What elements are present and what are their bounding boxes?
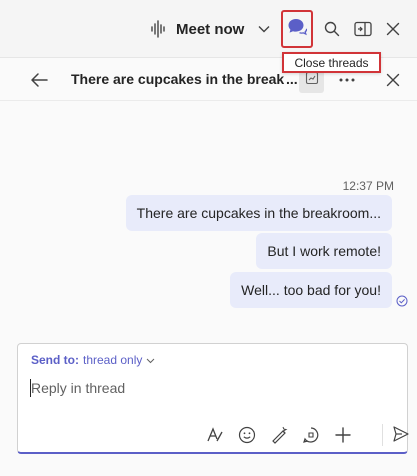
meet-now-label: Meet now: [176, 20, 245, 38]
close-icon[interactable]: [383, 19, 403, 39]
toolbar-divider: [382, 424, 383, 446]
title-ellipsis: ...: [286, 71, 298, 87]
send-icon[interactable]: [392, 425, 412, 445]
threads-icon: [287, 17, 308, 42]
reply-composer: Send to: thread only Reply in thread: [17, 343, 409, 454]
message-bubble[interactable]: There are cupcakes in the breakroom...: [125, 195, 392, 231]
add-icon[interactable]: [333, 425, 353, 445]
send-to-label: Send to:: [31, 353, 79, 367]
text-caret: [30, 379, 31, 397]
read-receipt-icon: [396, 294, 408, 312]
send-to-value: thread only: [83, 353, 143, 367]
format-icon[interactable]: [205, 425, 225, 445]
loop-icon[interactable]: [301, 425, 321, 445]
threads-button[interactable]: [281, 10, 313, 48]
composer-toolbar: [205, 425, 353, 445]
reply-input[interactable]: Reply in thread: [31, 380, 125, 396]
close-threads-tooltip: Close threads: [282, 52, 381, 73]
chevron-down-icon: [146, 353, 155, 367]
thread-title: There are cupcakes in the break: [71, 71, 285, 87]
chevron-down-icon[interactable]: [258, 25, 270, 33]
meet-now-button[interactable]: Meet now: [150, 14, 270, 44]
audio-wave-icon: [150, 20, 166, 38]
close-thread-icon[interactable]: [382, 69, 404, 91]
pinned-icon: [305, 71, 319, 90]
emoji-icon[interactable]: [237, 425, 257, 445]
search-icon[interactable]: [322, 19, 342, 39]
sticker-icon[interactable]: [269, 425, 289, 445]
message-bubble[interactable]: But I work remote!: [256, 233, 392, 269]
side-panel-icon[interactable]: [353, 19, 373, 39]
message-timestamp: 12:37 PM: [342, 179, 394, 193]
send-to-selector[interactable]: Send to: thread only: [31, 353, 155, 367]
back-arrow-icon[interactable]: [28, 69, 50, 91]
top-bar: Meet now: [0, 0, 417, 58]
message-bubble[interactable]: Well... too bad for you!: [230, 272, 392, 308]
